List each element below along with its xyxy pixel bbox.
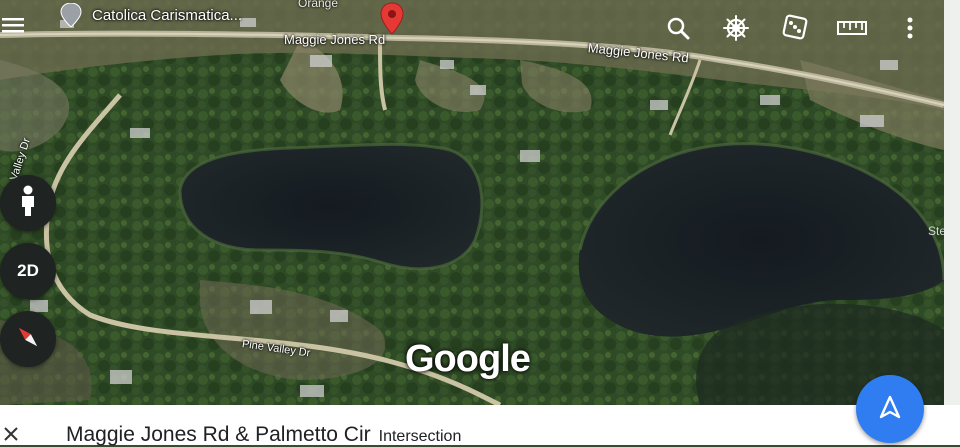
map-edge	[944, 0, 960, 405]
search-icon[interactable]	[664, 14, 692, 42]
ruler-icon[interactable]	[836, 16, 868, 40]
menu-icon[interactable]	[0, 14, 26, 36]
top-toolbar: Catolica Carismatica...	[0, 0, 944, 48]
more-vert-icon[interactable]	[900, 14, 920, 42]
place-type: Intersection	[378, 428, 462, 445]
close-icon[interactable]	[0, 423, 22, 445]
compass-icon	[13, 322, 43, 357]
view-mode-2d-button[interactable]: 2D	[0, 243, 56, 299]
place-pin-icon	[60, 2, 82, 28]
navigate-fab[interactable]	[856, 375, 924, 443]
place-search-label: Catolica Carismatica...	[92, 6, 243, 24]
view-mode-label: 2D	[17, 261, 39, 280]
place-title: Maggie Jones Rd & Palmetto Cir	[66, 423, 371, 446]
navigation-arrow-icon	[877, 394, 903, 425]
place-info-sheet[interactable]: Maggie Jones Rd & Palmetto Cir Intersect…	[0, 405, 960, 447]
dice-icon[interactable]	[780, 12, 810, 42]
google-logo: Google	[405, 338, 531, 380]
place-search-chip[interactable]: Catolica Carismatica...	[60, 2, 242, 28]
ships-wheel-icon[interactable]	[722, 14, 750, 42]
pegman-button[interactable]	[0, 175, 56, 231]
satellite-map[interactable]: Orange Maggie Jones Rd Maggie Jones Rd P…	[0, 0, 944, 405]
pegman-icon	[18, 185, 38, 222]
road-label-stella: Stella	[928, 224, 944, 238]
compass-button[interactable]	[0, 311, 56, 367]
place-title-row: Maggie Jones Rd & Palmetto Cir Intersect…	[66, 423, 461, 447]
